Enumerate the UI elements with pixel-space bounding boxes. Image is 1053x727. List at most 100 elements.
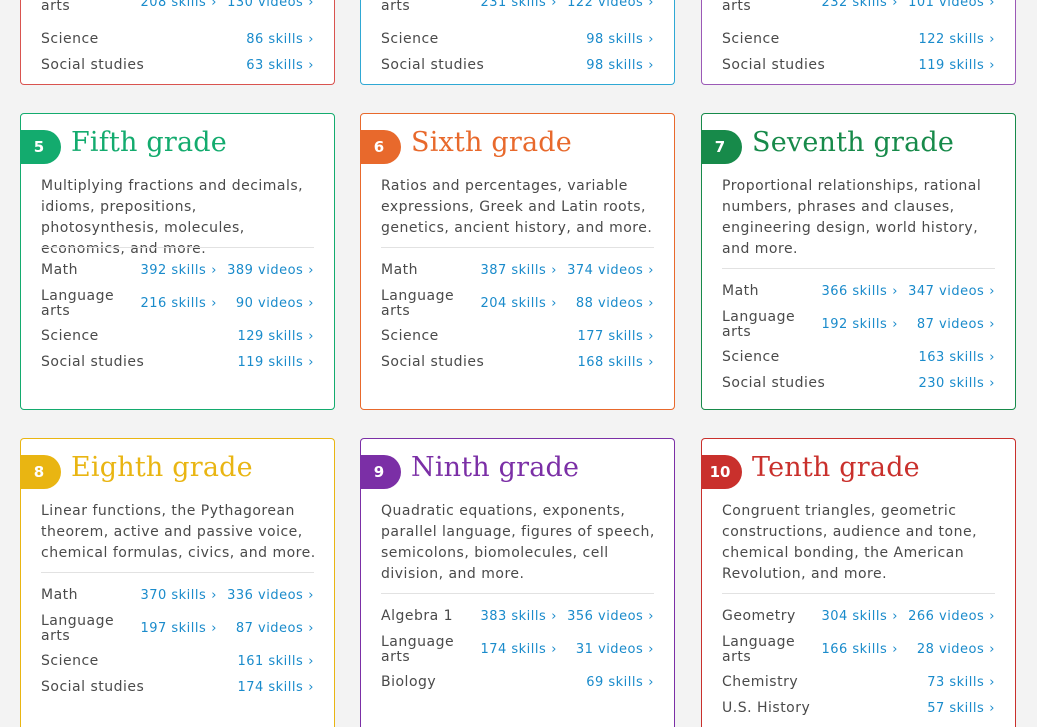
skills-link[interactable]: 231 skills › (480, 0, 557, 10)
skills-link[interactable]: 122 skills › (918, 32, 995, 47)
skills-link[interactable]: 98 skills › (586, 32, 654, 47)
skills-link[interactable]: 232 skills › (821, 0, 898, 10)
skills-link[interactable]: 166 skills › (821, 642, 898, 657)
subject-name: arts (722, 0, 752, 14)
videos-link[interactable]: 87 videos › (917, 317, 995, 332)
skills-link[interactable]: 192 skills › (821, 317, 898, 332)
chevron-right-icon: › (648, 0, 654, 10)
grade-card-10[interactable]: 10 Tenth grade Congruent triangles, geomet… (701, 438, 1016, 727)
videos-link[interactable]: 122 videos › (567, 0, 654, 10)
divider (381, 247, 654, 248)
grade-card-8[interactable]: 8 Eighth grade Linear functions, the Pytha… (20, 438, 335, 727)
skills-link-label: 387 skills (480, 263, 547, 278)
grade-title-link[interactable]: Eighth grade (71, 452, 253, 483)
chevron-right-icon: › (308, 58, 314, 73)
videos-link[interactable]: 101 videos › (908, 0, 995, 10)
videos-link[interactable]: 90 videos › (236, 296, 314, 311)
skills-link-label: 119 skills (237, 355, 304, 370)
videos-link[interactable]: 88 videos › (576, 296, 654, 311)
skills-link[interactable]: 392 skills › (140, 263, 217, 278)
skills-link[interactable]: 383 skills › (480, 609, 557, 624)
skills-link[interactable]: 69 skills › (586, 675, 654, 690)
skills-link-label: 304 skills (821, 609, 888, 624)
grade-card-9[interactable]: 9 Ninth grade Quadratic equations, exponen… (360, 438, 675, 727)
skills-link[interactable]: 73 skills › (927, 675, 995, 690)
chevron-right-icon: › (989, 350, 995, 365)
chevron-right-icon: › (989, 317, 995, 332)
videos-link[interactable]: 87 videos › (236, 621, 314, 636)
subject-name: arts (41, 0, 71, 14)
grade-title-link[interactable]: Fifth grade (71, 127, 227, 158)
subject-name: Geometry (722, 608, 796, 624)
skills-link[interactable]: 168 skills › (577, 355, 654, 370)
skills-link-label: 63 skills (246, 58, 304, 73)
videos-link-label: 31 videos (575, 642, 644, 657)
page-scrollbar[interactable] (1037, 0, 1053, 727)
grade-card-6[interactable]: 6 Sixth grade Ratios and percentages, vari… (360, 113, 675, 410)
grade-title-link[interactable]: Tenth grade (752, 452, 920, 483)
chevron-right-icon: › (551, 642, 557, 657)
skills-link[interactable]: 98 skills › (586, 58, 654, 73)
skills-link[interactable]: 208 skills › (140, 0, 217, 10)
skills-link-label: 174 skills (237, 680, 304, 695)
videos-link[interactable]: 28 videos › (917, 642, 995, 657)
videos-link[interactable]: 347 videos › (908, 284, 995, 299)
skills-link-label: 366 skills (821, 284, 888, 299)
videos-link[interactable]: 336 videos › (227, 588, 314, 603)
grade-title-link[interactable]: Ninth grade (411, 452, 579, 483)
skills-link-label: 98 skills (586, 58, 644, 73)
chevron-right-icon: › (211, 296, 217, 311)
videos-link-label: 336 videos (227, 588, 304, 603)
skills-link[interactable]: 161 skills › (237, 654, 314, 669)
videos-link[interactable]: 31 videos › (576, 642, 654, 657)
subject-row: arts 231 skills › 122 videos › (381, 0, 654, 17)
subject-name: Social studies (41, 57, 145, 73)
grade-title-link[interactable]: Sixth grade (411, 127, 572, 158)
chevron-right-icon: › (989, 701, 995, 716)
subject-row: Science 86 skills › (41, 32, 314, 50)
videos-link[interactable]: 266 videos › (908, 609, 995, 624)
videos-link[interactable]: 130 videos › (227, 0, 314, 10)
skills-link[interactable]: 304 skills › (821, 609, 898, 624)
subject-name: Language arts (41, 288, 115, 319)
skills-link[interactable]: 230 skills › (918, 376, 995, 391)
videos-link[interactable]: 374 videos › (567, 263, 654, 278)
subject-name: Math (41, 587, 79, 603)
skills-link[interactable]: 63 skills › (246, 58, 314, 73)
skills-link[interactable]: 86 skills › (246, 32, 314, 47)
subject-name: Science (381, 328, 439, 344)
skills-link[interactable]: 216 skills › (140, 296, 217, 311)
skills-link[interactable]: 370 skills › (140, 588, 217, 603)
skills-link-label: 129 skills (237, 329, 304, 344)
skills-link[interactable]: 174 skills › (480, 642, 557, 657)
skills-link[interactable]: 177 skills › (577, 329, 654, 344)
skills-link-label: 216 skills (140, 296, 207, 311)
chevron-right-icon: › (989, 32, 995, 47)
grade-title-link[interactable]: Seventh grade (752, 127, 954, 158)
skills-link[interactable]: 366 skills › (821, 284, 898, 299)
videos-link-label: 101 videos (908, 0, 985, 10)
chevron-right-icon: › (892, 0, 898, 10)
skills-link[interactable]: 174 skills › (237, 680, 314, 695)
skills-link[interactable]: 163 skills › (918, 350, 995, 365)
chevron-right-icon: › (989, 0, 995, 10)
grade-card-5[interactable]: 5 Fifth grade Multiplying fractions and de… (20, 113, 335, 410)
skills-link-label: 163 skills (918, 350, 985, 365)
skills-link[interactable]: 119 skills › (237, 355, 314, 370)
skills-link[interactable]: 119 skills › (918, 58, 995, 73)
chevron-right-icon: › (892, 609, 898, 624)
subject-name: U.S. History (722, 700, 811, 716)
skills-link[interactable]: 387 skills › (480, 263, 557, 278)
skills-link[interactable]: 204 skills › (480, 296, 557, 311)
chevron-right-icon: › (648, 642, 654, 657)
skills-link[interactable]: 129 skills › (237, 329, 314, 344)
skills-link[interactable]: 197 skills › (140, 621, 217, 636)
grade-card-partial: arts 208 skills › 130 videos › Science 86 skil… (20, 0, 335, 85)
grade-card-7[interactable]: 7 Seventh grade Proportional relationships… (701, 113, 1016, 410)
subject-name: Chemistry (722, 674, 799, 690)
chevron-right-icon: › (892, 317, 898, 332)
videos-link[interactable]: 389 videos › (227, 263, 314, 278)
videos-link[interactable]: 356 videos › (567, 609, 654, 624)
skills-link-label: 168 skills (577, 355, 644, 370)
skills-link[interactable]: 57 skills › (927, 701, 995, 716)
